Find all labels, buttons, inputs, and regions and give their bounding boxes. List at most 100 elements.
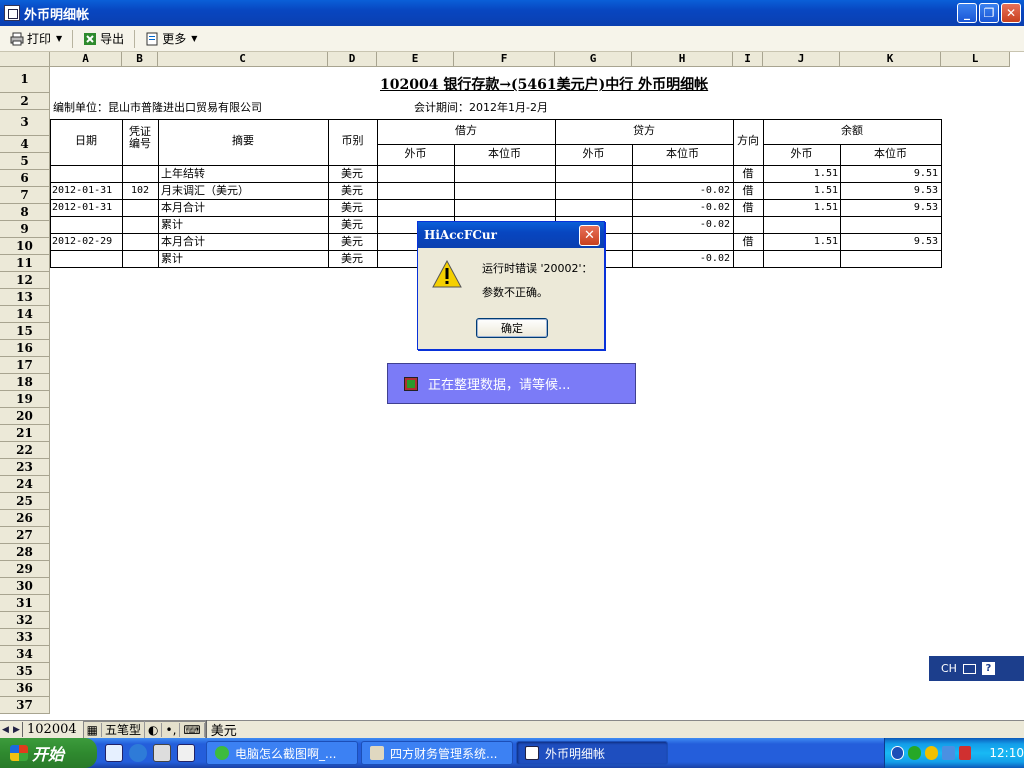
minimize-button[interactable]: _ <box>957 3 977 23</box>
row-header-27[interactable]: 27 <box>0 527 50 544</box>
folder-icon[interactable] <box>177 744 195 762</box>
task-finance[interactable]: 四方财务管理系统... <box>361 741 513 765</box>
row-header-36[interactable]: 36 <box>0 680 50 697</box>
tab-next-icon[interactable]: ▶ <box>11 723 22 737</box>
row-header-28[interactable]: 28 <box>0 544 50 561</box>
column-header-e[interactable]: E <box>377 52 454 67</box>
cell-summary[interactable]: 本月合计 <box>161 234 326 250</box>
row-header-9[interactable]: 9 <box>0 221 50 238</box>
column-header-b[interactable]: B <box>122 52 158 67</box>
close-button[interactable]: ✕ <box>1001 3 1021 23</box>
row-header-33[interactable]: 33 <box>0 629 50 646</box>
cell-summary[interactable]: 累计 <box>161 217 326 233</box>
row-header-11[interactable]: 11 <box>0 255 50 272</box>
dialog-close-button[interactable]: ✕ <box>579 225 600 246</box>
cell-direction[interactable]: 借 <box>733 166 763 182</box>
cell-balance-local[interactable]: 9.51 <box>841 166 938 182</box>
column-header-f[interactable]: F <box>454 52 555 67</box>
cell-currency[interactable]: 美元 <box>341 234 376 250</box>
row-header-18[interactable]: 18 <box>0 374 50 391</box>
row-header-13[interactable]: 13 <box>0 289 50 306</box>
cell-date[interactable]: 2012-02-29 <box>52 234 120 250</box>
cell-credit-local[interactable]: -0.02 <box>633 200 730 216</box>
row-header-37[interactable]: 37 <box>0 697 50 714</box>
keyboard-icon[interactable] <box>962 663 976 674</box>
row-header-15[interactable]: 15 <box>0 323 50 340</box>
cell-summary[interactable]: 月末调汇（美元） <box>161 183 326 199</box>
cell-currency[interactable]: 美元 <box>341 251 376 267</box>
column-header-d[interactable]: D <box>328 52 377 67</box>
row-header-2[interactable]: 2 <box>0 93 50 110</box>
cell-date[interactable]: 2012-01-31 <box>52 200 120 216</box>
row-header-35[interactable]: 35 <box>0 663 50 680</box>
select-all-corner[interactable] <box>0 52 50 67</box>
task-browser[interactable]: 电脑怎么截图啊_... <box>206 741 358 765</box>
row-header-8[interactable]: 8 <box>0 204 50 221</box>
ie-icon[interactable] <box>129 744 147 762</box>
cell-balance-local[interactable]: 9.53 <box>841 200 938 216</box>
cell-currency[interactable]: 美元 <box>341 200 376 216</box>
ime-logo-icon[interactable]: ▦ <box>84 722 102 737</box>
row-header-21[interactable]: 21 <box>0 425 50 442</box>
cell-balance-local[interactable]: 9.53 <box>841 183 938 199</box>
restore-button[interactable]: ❐ <box>979 3 999 23</box>
row-header-5[interactable]: 5 <box>0 153 50 170</box>
cell-summary[interactable]: 本月合计 <box>161 200 326 216</box>
cell-direction[interactable]: 借 <box>733 200 763 216</box>
column-header-g[interactable]: G <box>555 52 632 67</box>
start-button[interactable]: 开始 <box>0 738 97 768</box>
row-header-34[interactable]: 34 <box>0 646 50 663</box>
cell-currency[interactable]: 美元 <box>341 166 376 182</box>
row-header-30[interactable]: 30 <box>0 578 50 595</box>
row-header-7[interactable]: 7 <box>0 187 50 204</box>
column-header-c[interactable]: C <box>158 52 328 67</box>
tray-plus-icon[interactable] <box>924 746 938 760</box>
cell-balance-foreign[interactable]: 1.51 <box>764 200 838 216</box>
cell-voucher[interactable]: 102 <box>122 183 158 199</box>
row-header-10[interactable]: 10 <box>0 238 50 255</box>
media-icon[interactable] <box>153 744 171 762</box>
tab-prev-icon[interactable]: ◀ <box>0 723 11 737</box>
row-header-24[interactable]: 24 <box>0 476 50 493</box>
export-button[interactable]: 导出 <box>77 28 130 49</box>
ime-language[interactable]: CH <box>941 662 957 675</box>
column-header-j[interactable]: J <box>763 52 840 67</box>
cell-currency[interactable]: 美元 <box>341 183 376 199</box>
desktop-icon[interactable] <box>105 744 123 762</box>
row-header-26[interactable]: 26 <box>0 510 50 527</box>
row-header-17[interactable]: 17 <box>0 357 50 374</box>
row-header-12[interactable]: 12 <box>0 272 50 289</box>
column-header-h[interactable]: H <box>632 52 733 67</box>
row-header-32[interactable]: 32 <box>0 612 50 629</box>
ok-button[interactable]: 确定 <box>476 318 548 338</box>
row-header-4[interactable]: 4 <box>0 136 50 153</box>
row-header-31[interactable]: 31 <box>0 595 50 612</box>
cell-currency[interactable]: 美元 <box>341 217 376 233</box>
help-icon[interactable]: ? <box>981 662 995 675</box>
cell-balance-foreign[interactable]: 1.51 <box>764 183 838 199</box>
cell-summary[interactable]: 累计 <box>161 251 326 267</box>
row-header-19[interactable]: 19 <box>0 391 50 408</box>
row-header-20[interactable]: 20 <box>0 408 50 425</box>
row-header-29[interactable]: 29 <box>0 561 50 578</box>
punctuation-icon[interactable]: •, <box>162 722 181 737</box>
cell-balance-foreign[interactable]: 1.51 <box>764 166 838 182</box>
tray-expand-icon[interactable] <box>891 746 905 760</box>
column-header-k[interactable]: K <box>840 52 941 67</box>
row-header-23[interactable]: 23 <box>0 459 50 476</box>
cell-balance-foreign[interactable]: 1.51 <box>764 234 838 250</box>
row-header-22[interactable]: 22 <box>0 442 50 459</box>
soft-keyboard-icon[interactable]: ⌨ <box>180 722 205 737</box>
cell-direction[interactable]: 借 <box>733 183 763 199</box>
cell-summary[interactable]: 上年结转 <box>161 166 326 182</box>
tray-k-icon[interactable] <box>908 746 921 760</box>
cell-direction[interactable]: 借 <box>733 234 763 250</box>
column-header-l[interactable]: L <box>941 52 1010 67</box>
cell-date[interactable]: 2012-01-31 <box>52 183 120 199</box>
column-header-i[interactable]: I <box>733 52 763 67</box>
sheet-tab-102004[interactable]: 102004 <box>22 722 81 737</box>
shield-icon[interactable] <box>958 746 972 760</box>
moon-icon[interactable]: ◐ <box>145 722 163 737</box>
sheet-tab-usd[interactable]: 美元 <box>205 720 241 739</box>
row-header-14[interactable]: 14 <box>0 306 50 323</box>
